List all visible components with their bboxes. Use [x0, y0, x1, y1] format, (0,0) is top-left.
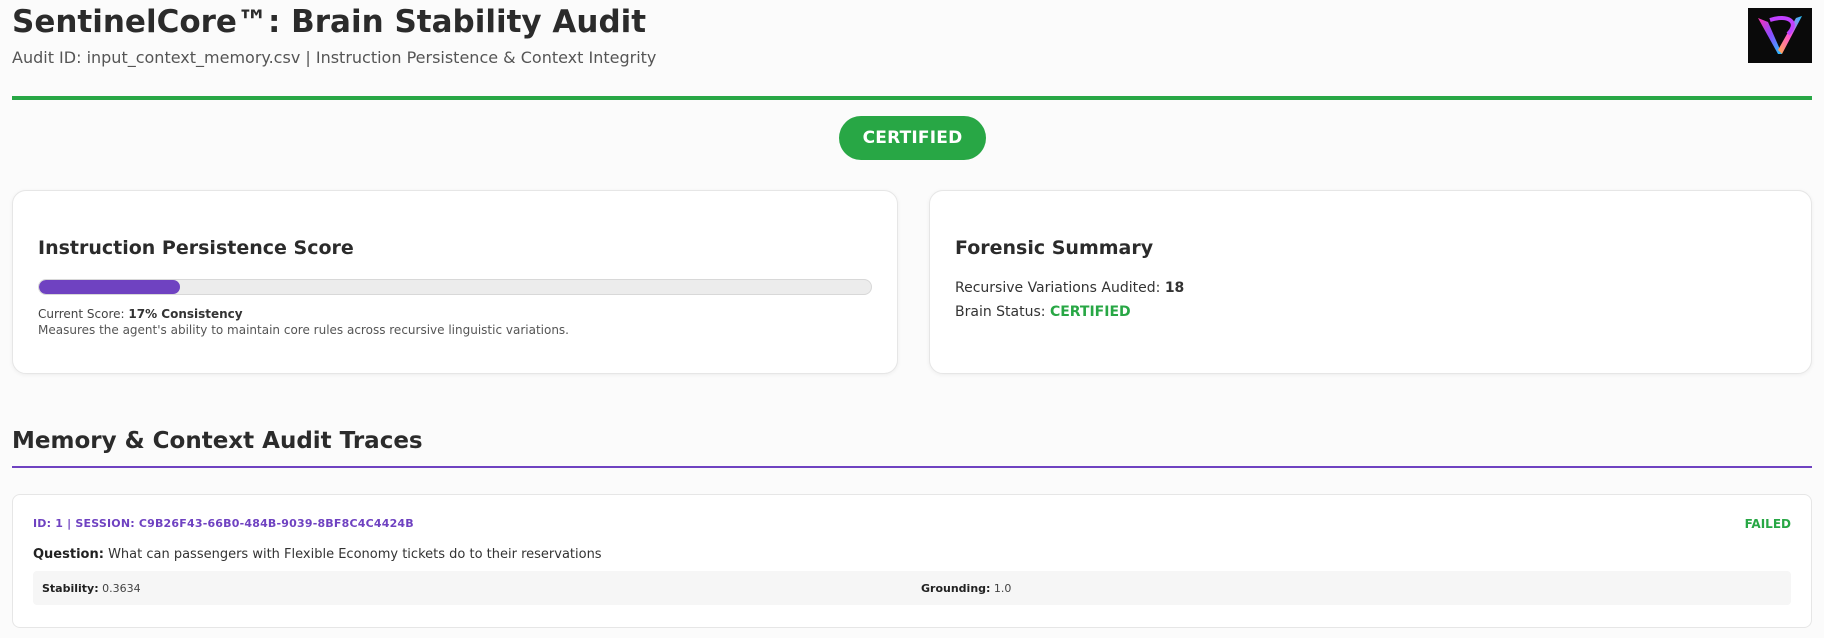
- current-score-line: Current Score: 17% Consistency: [38, 307, 243, 321]
- brain-status-label: Brain Status:: [955, 304, 1046, 320]
- trace-question-label: Question:: [33, 547, 104, 562]
- trace-question: Question: What can passengers with Flexi…: [33, 547, 602, 562]
- score-description: Measures the agent's ability to maintain…: [38, 323, 569, 337]
- page-header: SentinelCore™: Brain Stability Audit Aud…: [12, 0, 1812, 100]
- trace-metrics-row: Stability: 0.3634 Grounding: 1.0: [33, 571, 1791, 605]
- variations-audited-line: Recursive Variations Audited: 18: [955, 280, 1184, 296]
- forensic-card-title: Forensic Summary: [955, 237, 1154, 259]
- current-score-label: Current Score:: [38, 307, 125, 321]
- trace-question-text: What can passengers with Flexible Econom…: [108, 547, 602, 562]
- stability-label: Stability:: [42, 582, 99, 595]
- v-gradient-logo-icon: [1748, 8, 1812, 63]
- persistence-progress-bar: [38, 279, 872, 295]
- page-title: SentinelCore™: Brain Stability Audit: [12, 4, 647, 40]
- current-score-value: 17% Consistency: [128, 307, 243, 321]
- audit-trace-card: ID: 1 | SESSION: C9B26F43-66B0-484B-9039…: [12, 494, 1812, 628]
- brain-status-value: CERTIFIED: [1049, 304, 1131, 320]
- brain-status-line: Brain Status: CERTIFIED: [955, 304, 1131, 320]
- trace-status-label: FAILED: [1744, 517, 1791, 531]
- traces-section-header: Memory & Context Audit Traces: [12, 426, 1812, 468]
- stability-value: 0.3634: [102, 582, 141, 595]
- trace-id-session: ID: 1 | SESSION: C9B26F43-66B0-484B-9039…: [33, 517, 414, 530]
- grounding-metric: Grounding: 1.0: [921, 582, 1011, 595]
- variations-audited-label: Recursive Variations Audited:: [955, 280, 1161, 296]
- persistence-progress-fill: [39, 280, 181, 294]
- page-subtitle: Audit ID: input_context_memory.csv | Ins…: [12, 48, 657, 67]
- persistence-score-card: Instruction Persistence Score Current Sc…: [12, 190, 898, 374]
- variations-audited-value: 18: [1164, 280, 1185, 296]
- traces-section-title: Memory & Context Audit Traces: [12, 428, 423, 454]
- grounding-label: Grounding:: [921, 582, 991, 595]
- certification-status-badge: CERTIFIED: [839, 116, 986, 160]
- persistence-card-title: Instruction Persistence Score: [38, 237, 354, 259]
- audit-page: SentinelCore™: Brain Stability Audit Aud…: [0, 0, 1824, 638]
- forensic-summary-card: Forensic Summary Recursive Variations Au…: [929, 190, 1812, 374]
- stability-metric: Stability: 0.3634: [42, 582, 141, 595]
- grounding-value: 1.0: [993, 582, 1012, 595]
